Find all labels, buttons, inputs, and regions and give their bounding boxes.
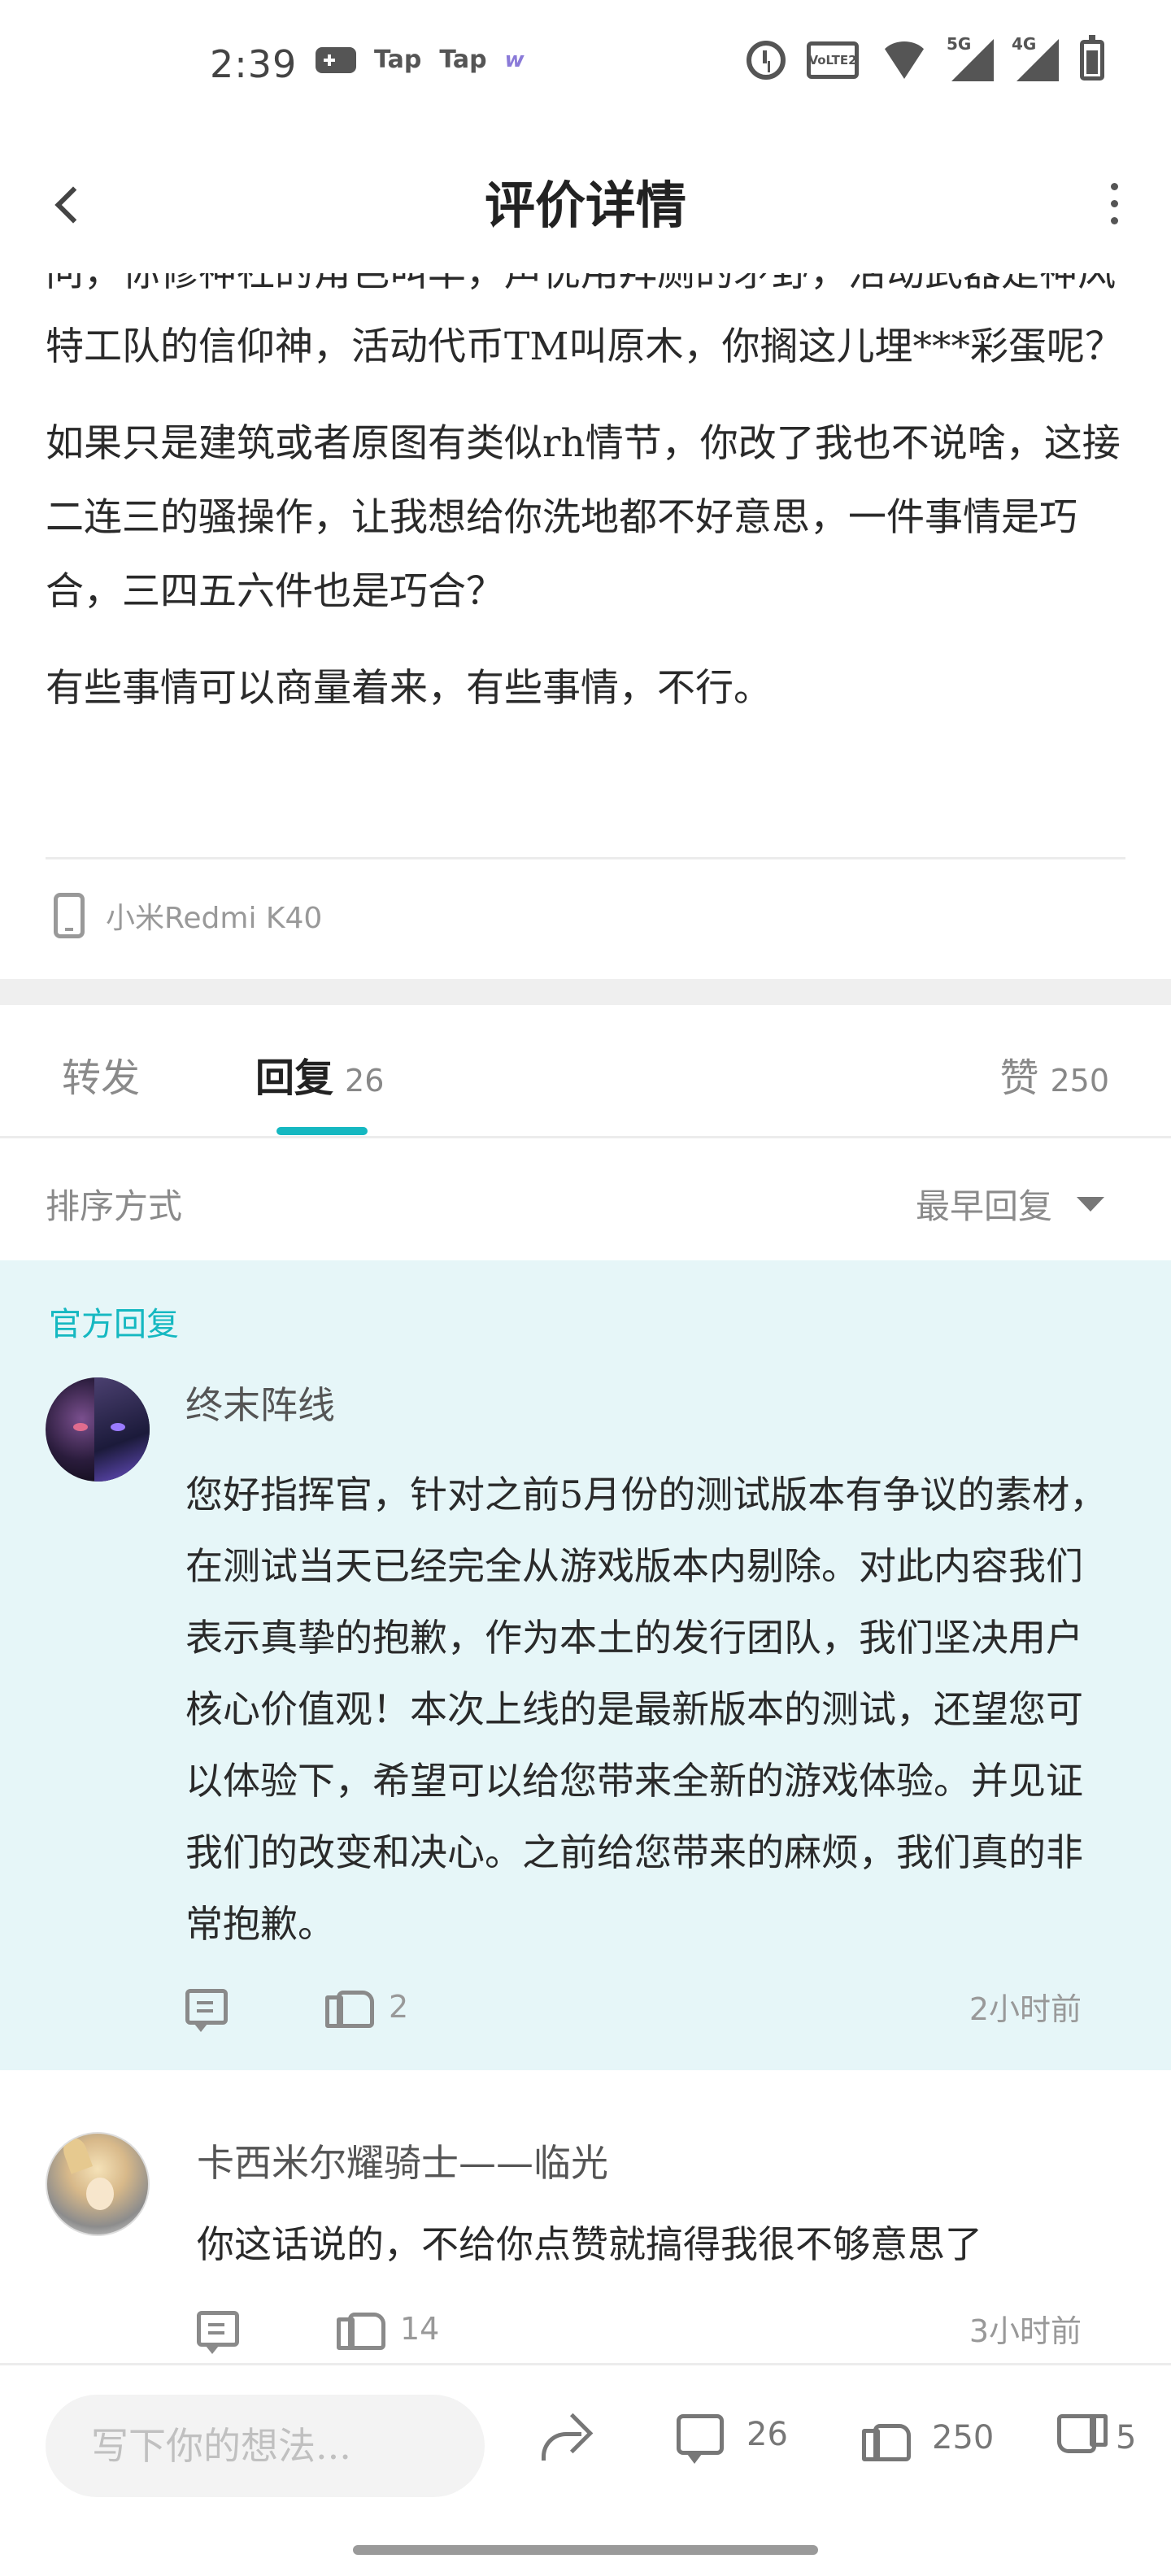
- bottom-action-bar: 写下你的想法... 26 250 5: [0, 2363, 1171, 2532]
- like-button[interactable]: 14: [337, 2308, 439, 2350]
- signal-5g-label: 5G: [947, 34, 972, 54]
- reply-time: 3小时前: [969, 2313, 1082, 2349]
- avatar[interactable]: [46, 1377, 150, 1482]
- thumbs-up-icon: [325, 1986, 374, 2028]
- sort-label: 排序方式: [46, 1186, 183, 1226]
- reply-actions: 2 2小时前: [185, 1984, 1082, 2032]
- review-body: 问，你修神社的角色叫华，声优用拜厕的矛野，活动武器是神风特工队的信仰神，活动代币…: [46, 273, 1125, 748]
- status-left-icons: Tap Tap w: [316, 46, 525, 74]
- like-button[interactable]: 250: [862, 2414, 994, 2461]
- gamepad-icon: [316, 46, 356, 73]
- share-button[interactable]: [540, 2414, 592, 2461]
- phone-icon: [54, 893, 85, 938]
- battery-icon: [1080, 35, 1104, 80]
- reply-time: 2小时前: [969, 1991, 1082, 2027]
- taptap-icon: Tap: [439, 46, 487, 74]
- page-title: 评价详情: [484, 176, 686, 235]
- reply-author[interactable]: 终末阵线: [185, 1376, 335, 1429]
- tab-reply-label: 回复: [255, 1055, 334, 1101]
- comment-bubble-icon: [677, 2414, 724, 2464]
- tab-reply[interactable]: 回复 26: [255, 1046, 384, 1103]
- like-count: 14: [400, 2310, 440, 2347]
- comment-input[interactable]: 写下你的想法...: [46, 2395, 485, 2497]
- avatar[interactable]: [46, 2132, 150, 2236]
- reply-author[interactable]: 卡西米尔耀骑士——临光: [197, 2134, 608, 2187]
- active-tab-indicator: [276, 1127, 368, 1135]
- like-button[interactable]: 2: [325, 1986, 408, 2028]
- tab-like[interactable]: 赞 250: [999, 1046, 1109, 1103]
- alarm-icon: [747, 41, 786, 80]
- more-vertical-icon[interactable]: [1090, 171, 1138, 236]
- home-indicator[interactable]: [353, 2545, 818, 2555]
- review-paragraph: 有些事情可以商量着来，有些事情，不行。: [46, 666, 772, 711]
- reply-actions: 14 3小时前: [197, 2306, 1082, 2354]
- status-time: 2:39: [210, 42, 298, 86]
- official-reply-tag: 官方回复: [49, 1306, 179, 1343]
- signal-4g-icon: 4G: [1012, 34, 1059, 81]
- review-article: 问，你修神社的角色叫华，声优用拜厕的矛野，活动武器是神风特工队的信仰神，活动代币…: [0, 273, 1171, 979]
- taptap-icon: Tap: [374, 46, 422, 74]
- comment-button[interactable]: 26: [677, 2414, 788, 2464]
- tab-reply-count: 26: [345, 1063, 385, 1099]
- reply-body: 你这话说的，不给你点赞就搞得我很不够意思了: [197, 2222, 982, 2266]
- wifi-icon: [880, 41, 929, 79]
- status-bar: 2:39 Tap Tap w VoLTE2 5G 4G: [0, 0, 1171, 130]
- caret-down-icon: [1077, 1196, 1104, 1212]
- thumbs-up-icon: [337, 2308, 385, 2350]
- signal-5g-icon: 5G: [947, 34, 994, 81]
- reply-item: 卡西米尔耀骑士——临光 你这话说的，不给你点赞就搞得我很不够意思了 14 3小时…: [0, 2070, 1171, 2363]
- share-icon: [540, 2414, 592, 2461]
- sort-value: 最早回复: [915, 1186, 1052, 1226]
- thumbs-down-icon: [1060, 2414, 1108, 2461]
- signal-4g-label: 4G: [1012, 34, 1037, 54]
- dislike-count: 5: [1116, 2419, 1137, 2456]
- w-app-icon: w: [504, 47, 525, 72]
- comment-icon[interactable]: [197, 2310, 239, 2354]
- tab-like-label: 赞: [999, 1055, 1039, 1101]
- device-name: 小米Redmi K40: [106, 902, 323, 935]
- sort-bar: 排序方式 最早回复: [0, 1138, 1171, 1260]
- official-reply: 官方回复 终末阵线 您好指挥官，针对之前5月份的测试版本有争议的素材，在测试当天…: [0, 1260, 1171, 2070]
- tab-forward[interactable]: 转发: [62, 1046, 140, 1103]
- tab-bar: 转发 回复 26 赞 250: [0, 1005, 1171, 1138]
- comment-count: 26: [747, 2416, 788, 2453]
- app-header: 评价详情: [0, 130, 1171, 273]
- thumbs-up-icon: [862, 2414, 911, 2461]
- divider: [46, 857, 1125, 859]
- like-count: 250: [932, 2419, 995, 2456]
- review-paragraph: 如果只是建筑或者原图有类似rh情节，你改了我也不说啥，这接二连三的骚操作，让我想…: [46, 421, 1121, 614]
- device-info: 小米Redmi K40: [54, 893, 322, 938]
- like-count: 2: [389, 1988, 409, 2025]
- dislike-button[interactable]: 5: [1060, 2414, 1136, 2461]
- tab-like-count: 250: [1050, 1063, 1109, 1099]
- section-divider: [0, 979, 1171, 1005]
- review-paragraph: 问，你修神社的角色叫华，声优用拜厕的矛野，活动武器是神风特工队的信仰神，活动代币…: [46, 273, 1123, 369]
- volte-icon: VoLTE2: [807, 41, 859, 79]
- status-right-icons: VoLTE2 5G 4G: [747, 34, 1104, 81]
- reply-body: 您好指挥官，针对之前5月份的测试版本有争议的素材，在测试当天已经完全从游戏版本内…: [185, 1473, 1108, 1946]
- tab-forward-label: 转发: [62, 1055, 141, 1101]
- comment-icon[interactable]: [185, 1988, 228, 2032]
- sort-dropdown[interactable]: 最早回复: [916, 1179, 1104, 1229]
